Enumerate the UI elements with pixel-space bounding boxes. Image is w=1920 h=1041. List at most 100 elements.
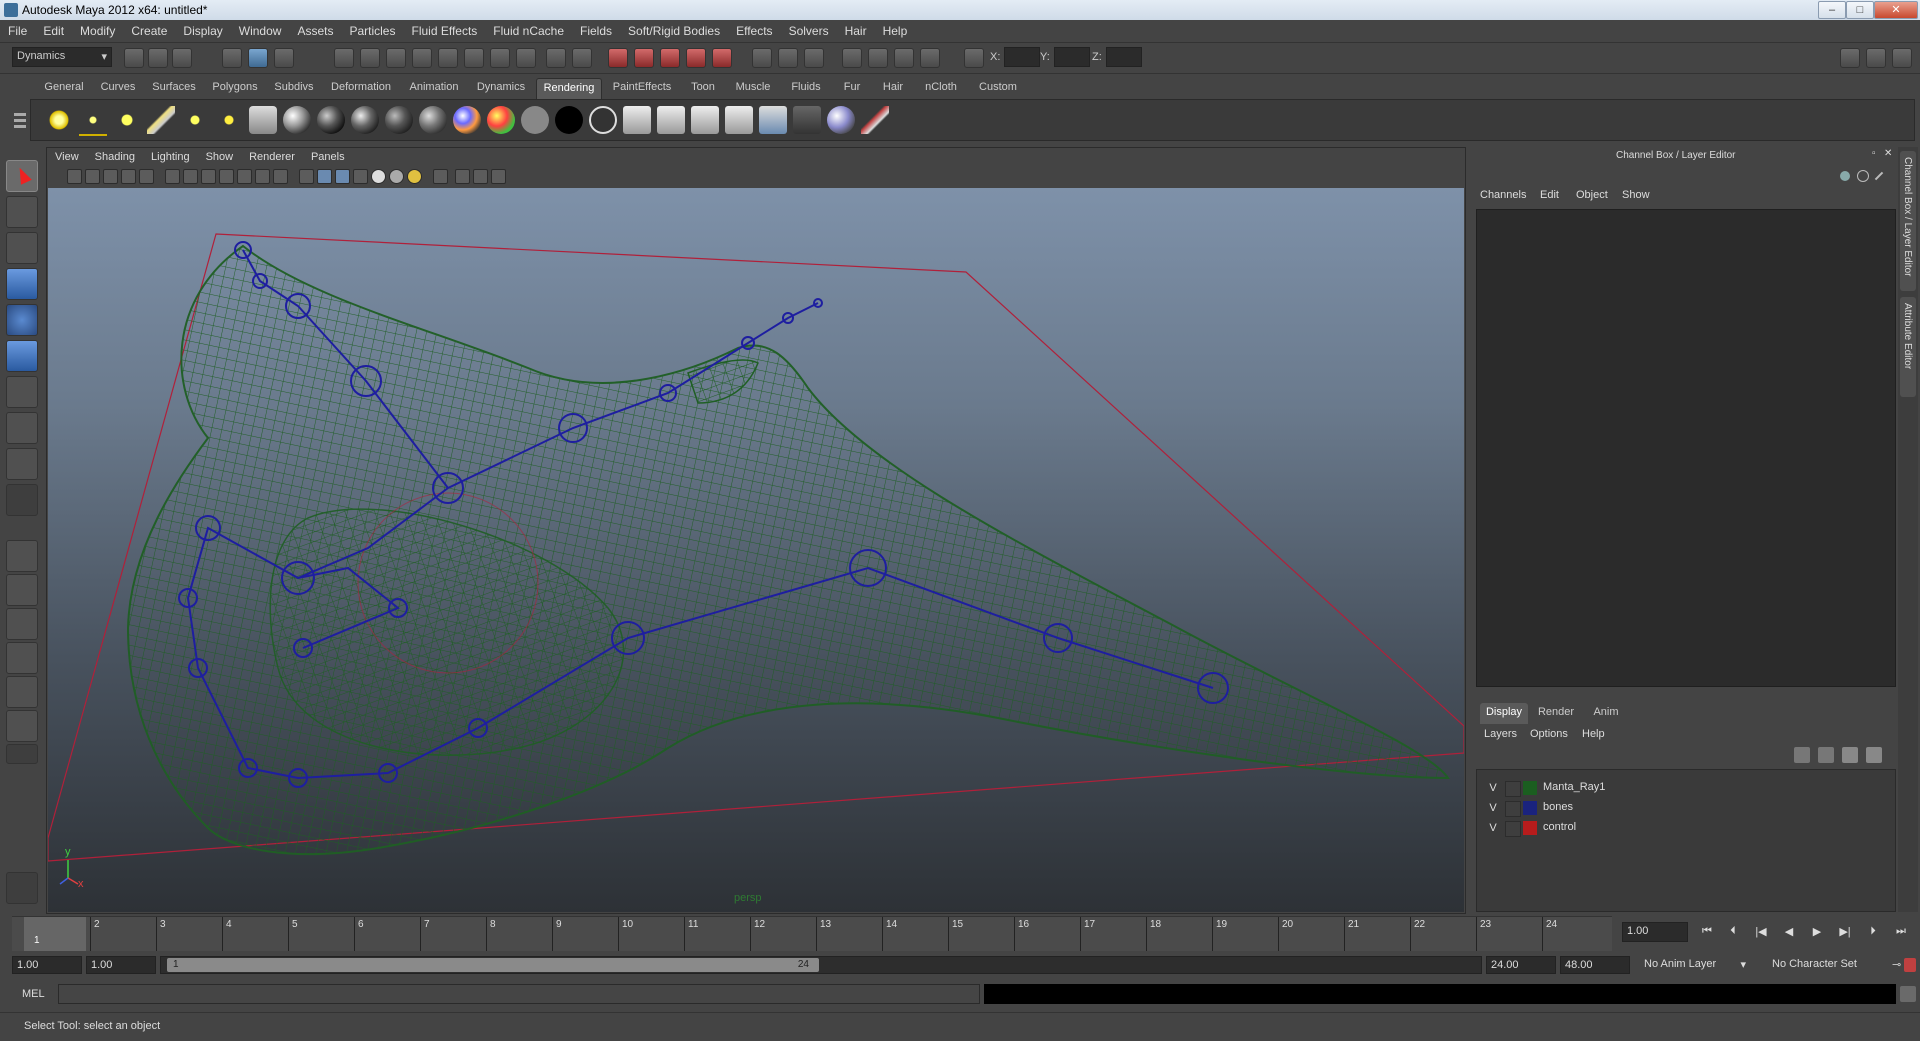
layer-playback-toggle[interactable] <box>1505 781 1521 797</box>
create-empty-layer-icon[interactable] <box>1842 747 1858 763</box>
end-time-field[interactable]: 48.00 <box>1560 956 1630 974</box>
key-icon[interactable]: ⊸ <box>1892 958 1904 972</box>
viewport-menu-renderer[interactable]: Renderer <box>241 148 303 163</box>
layer-menu-layers[interactable]: Layers <box>1484 728 1517 740</box>
attribute-editor-toggle-icon[interactable] <box>1840 48 1860 68</box>
layer-tab-display[interactable]: Display <box>1480 703 1528 724</box>
z-field[interactable] <box>1106 47 1142 67</box>
snap-to-curves-icon[interactable] <box>634 48 654 68</box>
layer-visibility-toggle[interactable]: V <box>1485 820 1501 836</box>
select-component-icon[interactable] <box>274 48 294 68</box>
layer-row-bones[interactable]: V bones <box>1485 800 1885 818</box>
snap-to-view-planes-icon[interactable] <box>686 48 706 68</box>
soft-modification-icon[interactable] <box>6 412 38 444</box>
mask-joints-icon[interactable] <box>360 48 380 68</box>
step-back-frame-icon[interactable]: ⏴ <box>1724 925 1742 941</box>
shelf-tab-general[interactable]: General <box>38 78 90 99</box>
menu-solvers[interactable]: Solvers <box>781 20 837 38</box>
float-panel-icon[interactable]: ▫ <box>1872 148 1876 159</box>
layer-playback-toggle[interactable] <box>1505 821 1521 837</box>
play-backwards-icon[interactable]: ◀ <box>1780 925 1798 941</box>
shelf-tab-surfaces[interactable]: Surfaces <box>146 78 202 99</box>
single-perspective-layout-icon[interactable] <box>6 540 38 572</box>
animation-preferences-icon[interactable] <box>1904 958 1916 972</box>
shelf-tab-deformation[interactable]: Deformation <box>324 78 398 99</box>
command-language-label[interactable]: MEL <box>22 988 45 1000</box>
layer-color-swatch[interactable] <box>1523 801 1537 815</box>
shelf-tab-curves[interactable]: Curves <box>94 78 142 99</box>
textured-icon[interactable] <box>353 169 368 184</box>
render-settings-icon[interactable] <box>920 48 940 68</box>
shelf-tab-animation[interactable]: Animation <box>402 78 466 99</box>
menu-create[interactable]: Create <box>123 20 175 38</box>
anim-layer-dropdown[interactable]: No Anim Layer ▾ <box>1640 956 1750 974</box>
shelf-tab-polygons[interactable]: Polygons <box>206 78 264 99</box>
safe-title-icon[interactable] <box>273 169 288 184</box>
mask-handles-icon[interactable] <box>334 48 354 68</box>
shading-map-icon[interactable] <box>589 106 617 134</box>
paint-tool-icon[interactable] <box>6 872 38 904</box>
ipr-shelf-icon[interactable] <box>691 106 719 134</box>
safe-action-icon[interactable] <box>255 169 270 184</box>
shelf-menu-icon[interactable] <box>14 110 26 136</box>
menu-display[interactable]: Display <box>175 20 230 38</box>
mask-rendering-icon[interactable] <box>490 48 510 68</box>
snap-to-grids-icon[interactable] <box>608 48 628 68</box>
minimize-button[interactable]: – <box>1818 1 1846 19</box>
blinn-sphere-icon[interactable] <box>317 106 345 134</box>
image-plane-icon[interactable] <box>121 169 136 184</box>
wireframe-icon[interactable] <box>299 169 314 184</box>
go-to-end-icon[interactable]: ⏭ <box>1892 925 1910 941</box>
menu-particles[interactable]: Particles <box>341 20 403 38</box>
outliner-persp-graph-layout-icon[interactable] <box>6 710 38 742</box>
render-current-frame-icon[interactable] <box>868 48 888 68</box>
render-settings-shelf-icon[interactable] <box>725 106 753 134</box>
volume-light-icon[interactable] <box>215 106 243 134</box>
viewport-menu-lighting[interactable]: Lighting <box>143 148 198 163</box>
shelf-tab-ncloth[interactable]: nCloth <box>916 78 966 99</box>
save-scene-icon[interactable] <box>172 48 192 68</box>
paint-brush-icon[interactable] <box>861 106 889 134</box>
wireframe-on-shaded-icon[interactable] <box>335 169 350 184</box>
universal-manipulator-icon[interactable] <box>6 376 38 408</box>
hypershade-persp-layout-icon[interactable] <box>6 676 38 708</box>
viewport-menu-show[interactable]: Show <box>198 148 242 163</box>
history-input-icon[interactable] <box>752 48 772 68</box>
area-light-icon[interactable] <box>181 106 209 134</box>
layer-menu-help[interactable]: Help <box>1582 728 1605 740</box>
camera-icon[interactable] <box>249 106 277 134</box>
step-forward-key-icon[interactable]: ▶| <box>1836 925 1854 941</box>
four-view-layout-icon[interactable] <box>6 574 38 606</box>
layer-visibility-toggle[interactable]: V <box>1485 800 1501 816</box>
shelf-tab-fluids[interactable]: Fluids <box>782 78 830 99</box>
last-tool-used-icon[interactable] <box>6 484 38 516</box>
snap-to-points-icon[interactable] <box>660 48 680 68</box>
isolate-select-icon[interactable] <box>433 169 448 184</box>
playback-start-field[interactable]: 1.00 <box>86 956 156 974</box>
move-layer-down-icon[interactable] <box>1818 747 1834 763</box>
hypershade-shelf-icon[interactable] <box>759 106 787 134</box>
select-hierarchy-icon[interactable] <box>222 48 242 68</box>
y-field[interactable] <box>1054 47 1090 67</box>
menu-help[interactable]: Help <box>875 20 916 38</box>
phonge-sphere-icon[interactable] <box>385 106 413 134</box>
layer-playback-toggle[interactable] <box>1505 801 1521 817</box>
shelf-tab-toon[interactable]: Toon <box>682 78 724 99</box>
move-layer-up-icon[interactable] <box>1794 747 1810 763</box>
persp-graph-layout-icon[interactable] <box>6 642 38 674</box>
two-d-pan-zoom-icon[interactable] <box>139 169 154 184</box>
playback-end-field[interactable]: 24.00 <box>1486 956 1556 974</box>
x-field[interactable] <box>1004 47 1040 67</box>
menu-soft-rigid-bodies[interactable]: Soft/Rigid Bodies <box>620 20 728 38</box>
all-lights-icon[interactable] <box>389 169 404 184</box>
channel-box-menu-object[interactable]: Object <box>1576 189 1608 201</box>
menu-modify[interactable]: Modify <box>72 20 123 38</box>
current-frame-field[interactable]: 1.00 <box>1622 922 1688 942</box>
menu-assets[interactable]: Assets <box>289 20 341 38</box>
layer-tab-render[interactable]: Render <box>1532 703 1580 724</box>
start-time-field[interactable]: 1.00 <box>12 956 82 974</box>
move-tool-icon[interactable] <box>6 268 38 300</box>
lambert-sphere-icon[interactable] <box>283 106 311 134</box>
grid-toggle-icon[interactable] <box>165 169 180 184</box>
channel-box-toggle-icon[interactable] <box>1892 48 1912 68</box>
